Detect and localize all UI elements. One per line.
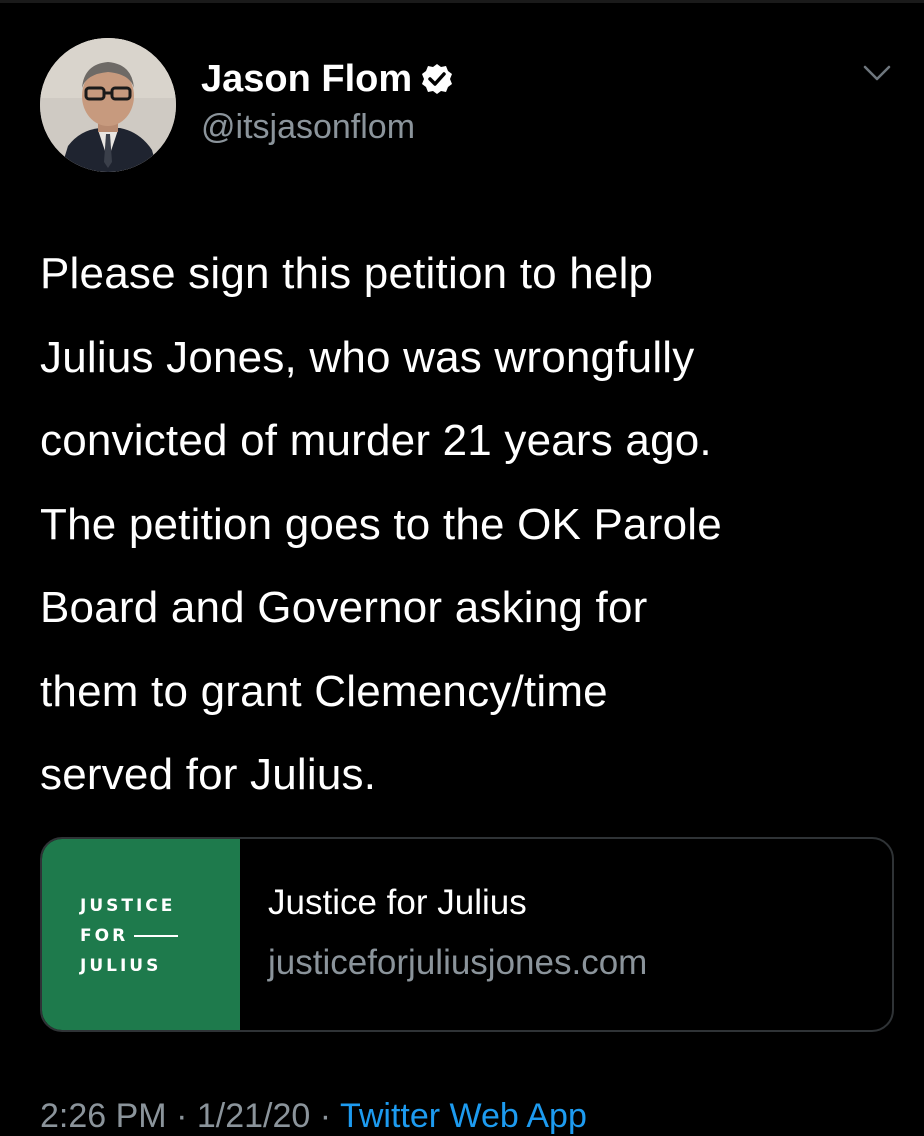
top-divider bbox=[0, 0, 924, 3]
logo-dash bbox=[134, 935, 179, 937]
link-preview-card[interactable]: JUSTICE FOR JULIUS Justice for Julius ju… bbox=[40, 837, 894, 1032]
profile-photo bbox=[40, 38, 176, 172]
tweet-text-line: Julius Jones, who was wrongfully bbox=[40, 332, 695, 382]
tweet-time[interactable]: 2:26 PM bbox=[40, 1097, 167, 1135]
avatar[interactable] bbox=[40, 38, 176, 172]
chevron-down-icon[interactable] bbox=[862, 62, 892, 84]
meta-separator: · bbox=[319, 1097, 332, 1135]
tweet-container: Jason Flom @itsjasonflom Please sign thi… bbox=[0, 0, 924, 1135]
tweet-text-line: served for Julius. bbox=[40, 750, 377, 799]
author-name[interactable]: Jason Flom bbox=[201, 57, 454, 101]
tweet-source-link[interactable]: Twitter Web App bbox=[340, 1097, 587, 1135]
meta-separator: · bbox=[176, 1097, 188, 1135]
tweet-text-line: convicted of murder 21 years ago. bbox=[40, 416, 712, 465]
logo-line-julius: JULIUS bbox=[80, 956, 162, 976]
tweet-text: Please sign this petition to help Julius… bbox=[40, 232, 900, 817]
tweet-text-line: The petition goes to the OK Parole bbox=[40, 499, 722, 549]
verified-badge-icon bbox=[420, 62, 454, 96]
logo-line-for: FOR bbox=[80, 926, 129, 946]
tweet-text-line: them to grant Clemency/time bbox=[40, 666, 608, 716]
logo-line-justice: JUSTICE bbox=[80, 896, 176, 916]
justice-for-julius-logo: JUSTICE FOR JULIUS bbox=[80, 891, 179, 981]
tweet-text-line: Please sign this petition to help bbox=[40, 249, 654, 298]
author-display-name[interactable]: Jason Flom bbox=[201, 57, 412, 101]
tweet-metadata: 2:26 PM · 1/21/20 · Twitter Web App bbox=[40, 1096, 587, 1136]
link-card-title[interactable]: Justice for Julius bbox=[268, 881, 527, 925]
author-handle[interactable]: @itsjasonflom bbox=[201, 106, 415, 148]
tweet-date[interactable]: 1/21/20 bbox=[197, 1097, 310, 1135]
link-card-thumbnail: JUSTICE FOR JULIUS bbox=[42, 839, 240, 1030]
link-card-domain[interactable]: justiceforjuliusjones.com bbox=[268, 941, 647, 985]
tweet-text-line: Board and Governor asking for bbox=[40, 583, 648, 632]
